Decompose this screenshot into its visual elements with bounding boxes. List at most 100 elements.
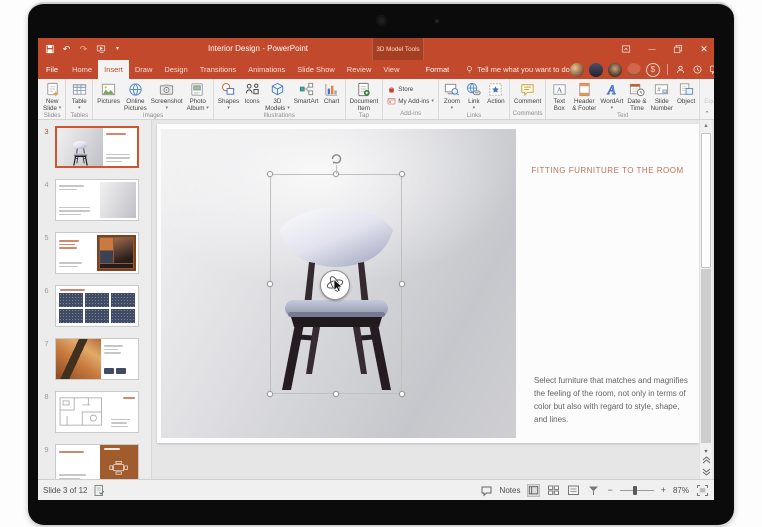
slide-thumbnail-preview[interactable] — [55, 338, 139, 380]
document-item-button[interactable]: DocumentItem — [348, 80, 381, 112]
zoom-level[interactable]: 87% — [673, 486, 689, 495]
rotation-handle-icon[interactable] — [329, 151, 343, 165]
my-add-ins-button[interactable]: My Add-ins▾ — [387, 97, 434, 106]
slide-indicator[interactable]: Slide 3 of 12 — [43, 486, 87, 495]
shapes-button[interactable]: Shapes▾ — [216, 80, 241, 112]
slide-canvas[interactable]: FITTING FURNITURE TO THE ROOM Select fur… — [157, 124, 699, 443]
zoom-button[interactable]: Zoom▾ — [441, 80, 463, 112]
slide-thumbnail-preview[interactable] — [55, 179, 139, 221]
ribbon-display-options-icon[interactable] — [620, 43, 632, 55]
online-pictures-button[interactable]: OnlinePictures — [122, 80, 149, 112]
slide-body-text[interactable]: Select furniture that matches and magnif… — [534, 374, 690, 426]
store-button[interactable]: Store — [387, 85, 434, 94]
tab-file[interactable]: File — [38, 60, 66, 79]
slide-thumbnail-preview[interactable] — [55, 126, 139, 168]
vertical-scrollbar[interactable]: ▲ ▼ — [699, 120, 712, 479]
slide-thumbnail-8[interactable]: 8 — [38, 391, 151, 433]
customize-qat-icon[interactable]: ▾ — [112, 44, 123, 55]
zoom-slider-thumb[interactable] — [633, 486, 637, 495]
slide-thumbnail-6[interactable]: 6 — [38, 285, 151, 327]
fit-to-window-icon[interactable] — [696, 484, 709, 497]
tab-animations[interactable]: Animations — [242, 60, 291, 79]
tab-review[interactable]: Review — [341, 60, 378, 79]
close-icon[interactable]: ✕ — [698, 43, 710, 55]
date-time-button[interactable]: Date &Time — [625, 80, 648, 112]
tab-insert[interactable]: Insert — [98, 60, 129, 79]
tab-format-contextual[interactable]: Format — [420, 60, 456, 79]
next-slide-icon[interactable] — [702, 468, 711, 479]
photo-album-button[interactable]: PhotoAlbum ▾ — [185, 80, 211, 112]
restore-icon[interactable] — [672, 43, 684, 55]
pictures-button[interactable]: Pictures — [95, 80, 122, 112]
icons-button[interactable]: Icons — [241, 80, 263, 112]
scrollbar-thumb[interactable] — [701, 133, 711, 268]
comment-button[interactable]: Comment — [512, 80, 543, 110]
redo-icon[interactable]: ↷ — [78, 44, 89, 55]
slide-thumbnail-4[interactable]: 4 — [38, 179, 151, 221]
tab-slide-show[interactable]: Slide Show — [291, 60, 341, 79]
3d-rotate-control[interactable] — [320, 270, 350, 300]
chart-button[interactable]: Chart — [321, 80, 343, 112]
normal-view-icon[interactable] — [527, 484, 540, 497]
slide-thumbnail-preview[interactable] — [55, 444, 139, 479]
collapse-ribbon-icon[interactable]: ⌃ — [704, 110, 710, 118]
resize-handle[interactable] — [399, 281, 405, 287]
resize-handle[interactable] — [399, 391, 405, 397]
link-button[interactable]: Link▾ — [463, 80, 485, 112]
activity-history-icon[interactable] — [692, 64, 704, 76]
slide-thumbnail-5[interactable]: 5 — [38, 232, 151, 274]
slide-thumbnail-preview[interactable] — [55, 391, 139, 433]
tab-home[interactable]: Home — [66, 60, 98, 79]
table-button[interactable]: Table▾ — [68, 80, 90, 112]
user-avatar[interactable] — [608, 63, 622, 77]
resize-handle[interactable] — [267, 281, 273, 287]
slide-number-button[interactable]: #SlideNumber — [649, 80, 675, 112]
tab-design[interactable]: Design — [158, 60, 193, 79]
smartart-button[interactable]: SmartArt — [292, 80, 321, 112]
zoom-out-icon[interactable]: − — [607, 486, 612, 495]
user-avatar[interactable] — [570, 63, 584, 77]
new-slide-button[interactable]: NewSlide ▾ — [41, 80, 63, 112]
start-slideshow-icon[interactable] — [95, 44, 106, 55]
previous-slide-icon[interactable] — [702, 456, 711, 467]
share-icon[interactable] — [675, 64, 687, 76]
action-button[interactable]: Action — [485, 80, 507, 112]
object-button[interactable]: Object — [675, 80, 697, 112]
slide-thumbnail-9[interactable]: 9 — [38, 444, 151, 479]
slide-thumbnail-7[interactable]: 7 — [38, 338, 151, 380]
zoom-in-icon[interactable]: + — [661, 486, 666, 495]
wordart-button[interactable]: AWordArt▾ — [598, 80, 625, 112]
tab-draw[interactable]: Draw — [129, 60, 159, 79]
scrollbar-track[interactable] — [701, 269, 711, 443]
3d-models-button[interactable]: 3DModels ▾ — [263, 80, 292, 112]
slide-thumbnail-3[interactable]: 3 — [38, 126, 151, 168]
resize-handle[interactable] — [399, 171, 405, 177]
text-box-button[interactable]: ATextBox — [548, 80, 570, 112]
notes-button[interactable]: Notes — [500, 486, 521, 495]
scroll-down-icon[interactable]: ▼ — [703, 450, 708, 456]
slide-show-icon[interactable] — [587, 484, 600, 497]
slide-sorter-view-icon[interactable] — [547, 484, 560, 497]
comments-icon[interactable] — [709, 64, 714, 76]
undo-icon[interactable]: ↶ — [61, 44, 72, 55]
slide-thumbnail-preview[interactable] — [55, 232, 139, 274]
user-avatar[interactable] — [589, 63, 603, 77]
tell-me-box[interactable]: Tell me what you want to do — [465, 60, 570, 79]
accessibility-checker-icon[interactable] — [93, 484, 106, 497]
resize-handle[interactable] — [267, 171, 273, 177]
zoom-slider[interactable] — [620, 486, 654, 495]
slide-thumbnail-preview[interactable] — [55, 285, 139, 327]
tab-transitions[interactable]: Transitions — [194, 60, 242, 79]
user-avatar[interactable] — [627, 63, 641, 77]
scroll-up-icon[interactable]: ▲ — [700, 121, 712, 132]
header-footer-button[interactable]: Header& Footer — [570, 80, 598, 112]
tab-view[interactable]: View — [377, 60, 405, 79]
save-icon[interactable] — [44, 44, 55, 55]
screenshot-button[interactable]: Screenshot▾ — [149, 80, 185, 112]
reading-view-icon[interactable] — [567, 484, 580, 497]
notes-icon[interactable] — [480, 484, 493, 497]
resize-handle[interactable] — [333, 391, 339, 397]
presence-badge-icon[interactable]: $ — [646, 63, 660, 77]
slide-title-text[interactable]: FITTING FURNITURE TO THE ROOM — [520, 166, 695, 175]
resize-handle[interactable] — [267, 391, 273, 397]
